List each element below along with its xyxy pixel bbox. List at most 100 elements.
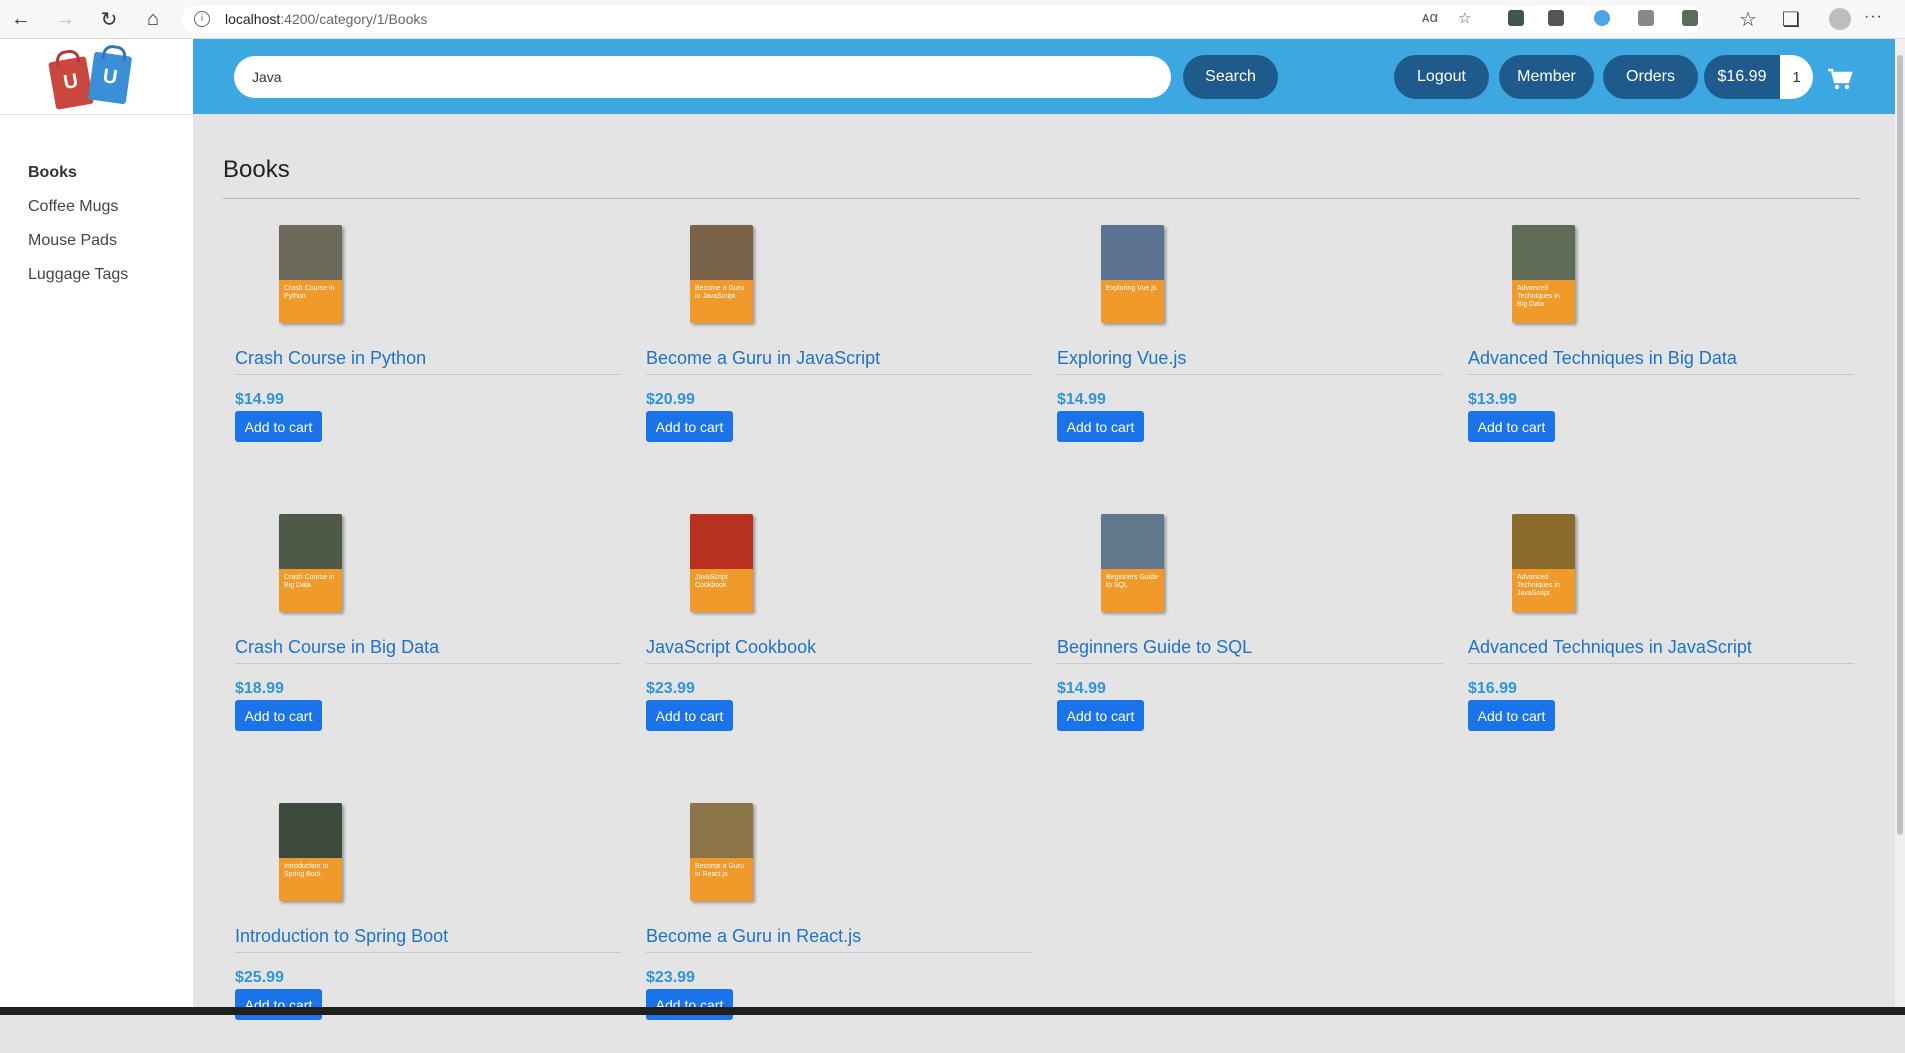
- book-cover-image[interactable]: Advanced Techniques in JavaScript: [1512, 514, 1575, 612]
- s-extension-icon[interactable]: [1548, 10, 1564, 26]
- cover-photo: [279, 803, 342, 858]
- os-taskbar: [0, 1007, 1905, 1015]
- collections-icon[interactable]: ❏: [1778, 7, 1804, 31]
- add-to-cart-button[interactable]: Add to cart: [1468, 700, 1555, 731]
- product-title-link[interactable]: Beginners Guide to SQL: [1057, 637, 1252, 658]
- category-list: Books Coffee Mugs Mouse Pads Luggage Tags: [28, 156, 128, 292]
- product-title-link[interactable]: Advanced Techniques in Big Data: [1468, 348, 1737, 369]
- shopping-bag-red-icon: U: [48, 48, 94, 110]
- profile-avatar-icon[interactable]: [1829, 8, 1851, 30]
- book-cover-image[interactable]: Become a Guru in React.js: [690, 803, 753, 901]
- product-title-link[interactable]: JavaScript Cookbook: [646, 637, 816, 658]
- product-divider: [1057, 374, 1443, 375]
- product-divider: [646, 952, 1032, 953]
- book-cover-image[interactable]: Introduction to Spring Boot: [279, 803, 342, 901]
- add-to-cart-button[interactable]: Add to cart: [1057, 411, 1144, 442]
- image-extension-icon[interactable]: [1638, 10, 1654, 26]
- product-card: Become a Guru in JavaScript Become a Guru…: [646, 225, 1032, 475]
- logout-button[interactable]: Logout: [1394, 55, 1489, 99]
- product-title-link[interactable]: Exploring Vue.js: [1057, 348, 1186, 369]
- logo[interactable]: U U: [0, 39, 193, 115]
- add-to-cart-button[interactable]: Add to cart: [235, 411, 322, 442]
- title-divider: [223, 198, 1861, 199]
- reload-icon[interactable]: ↻: [96, 7, 122, 31]
- product-card: Exploring Vue.js Exploring Vue.js $14.99 Ad…: [1057, 225, 1443, 475]
- product-title-link[interactable]: Crash Course in Python: [235, 348, 426, 369]
- add-to-cart-button[interactable]: Add to cart: [646, 989, 733, 1020]
- shopping-cart-icon[interactable]: [1827, 67, 1853, 91]
- product-title-link[interactable]: Introduction to Spring Boot: [235, 926, 448, 947]
- book-cover-image[interactable]: Crash Course in Big Data: [279, 514, 342, 612]
- cover-title: Advanced Techniques in Big Data: [1517, 285, 1560, 308]
- product-title-link[interactable]: Become a Guru in React.js: [646, 926, 861, 947]
- shield-check-extension-icon[interactable]: [1682, 10, 1698, 26]
- book-cover-image[interactable]: Beginners Guide to SQL: [1101, 514, 1164, 612]
- add-to-cart-button[interactable]: Add to cart: [646, 411, 733, 442]
- cover-title: Advanced Techniques in JavaScript: [1517, 574, 1560, 597]
- cover-title: Crash Course in Python: [284, 285, 335, 300]
- cover-photo: [1101, 225, 1164, 280]
- sidebar-category-item[interactable]: Books: [28, 156, 128, 190]
- product-price: $13.99: [1468, 391, 1517, 408]
- cover-photo: [1512, 225, 1575, 280]
- cover-title: Become a Guru in React.js: [695, 863, 745, 878]
- add-to-cart-button[interactable]: Add to cart: [235, 700, 322, 731]
- cover-title: Introduction to Spring Boot: [284, 863, 329, 878]
- search-extension-icon[interactable]: [1594, 10, 1610, 26]
- read-aloud-icon[interactable]: ᴀα: [1422, 9, 1438, 26]
- page-title: Books: [223, 156, 290, 183]
- product-divider: [235, 374, 621, 375]
- url-text[interactable]: localhost:4200/category/1/Books: [225, 11, 427, 27]
- sidebar-category-item[interactable]: Mouse Pads: [28, 224, 128, 258]
- cover-photo: [279, 514, 342, 569]
- product-divider: [1057, 663, 1443, 664]
- cart-status[interactable]: $16.99 1: [1704, 55, 1813, 99]
- product-price: $25.99: [235, 969, 284, 986]
- product-divider: [1468, 374, 1854, 375]
- search-input[interactable]: [234, 56, 1171, 98]
- shield-extension-icon[interactable]: [1508, 10, 1524, 26]
- book-cover-image[interactable]: Crash Course in Python: [279, 225, 342, 323]
- product-price: $16.99: [1468, 680, 1517, 697]
- product-card: Advanced Techniques in Big Data Advanced …: [1468, 225, 1854, 475]
- product-title-link[interactable]: Become a Guru in JavaScript: [646, 348, 880, 369]
- add-to-cart-button[interactable]: Add to cart: [1057, 700, 1144, 731]
- book-cover-image[interactable]: JavaScript Cookbook: [690, 514, 753, 612]
- scrollbar-thumb[interactable]: [1897, 55, 1903, 835]
- shopping-bag-blue-icon: U: [87, 43, 133, 105]
- add-to-cart-button[interactable]: Add to cart: [235, 989, 322, 1020]
- sidebar-category-item[interactable]: Luggage Tags: [28, 258, 128, 292]
- book-cover-image[interactable]: Advanced Techniques in Big Data: [1512, 225, 1575, 323]
- cover-title: Beginners Guide to SQL: [1106, 574, 1159, 589]
- book-cover-image[interactable]: Exploring Vue.js: [1101, 225, 1164, 323]
- product-list-area: Books Crash Course in Python Crash Course…: [193, 114, 1895, 1020]
- back-icon[interactable]: ←: [8, 7, 34, 31]
- site-info-icon[interactable]: i: [194, 11, 210, 27]
- favorites-icon[interactable]: ☆: [1735, 7, 1761, 31]
- forward-icon[interactable]: →: [52, 7, 78, 31]
- cover-photo: [1512, 514, 1575, 569]
- member-button[interactable]: Member: [1499, 55, 1594, 99]
- address-bar[interactable]: i localhost:4200/category/1/Books ᴀα ☆: [182, 5, 1702, 33]
- favorite-add-icon[interactable]: ☆: [1458, 9, 1471, 27]
- add-to-cart-button[interactable]: Add to cart: [1468, 411, 1555, 442]
- add-to-cart-button[interactable]: Add to cart: [646, 700, 733, 731]
- product-title-link[interactable]: Advanced Techniques in JavaScript: [1468, 637, 1752, 658]
- product-price: $23.99: [646, 969, 695, 986]
- book-cover-image[interactable]: Become a Guru in JavaScript: [690, 225, 753, 323]
- product-title-link[interactable]: Crash Course in Big Data: [235, 637, 439, 658]
- more-icon[interactable]: ···: [1864, 8, 1883, 26]
- cover-photo: [690, 514, 753, 569]
- browser-toolbar: ← → ↻ ⌂ i localhost:4200/category/1/Book…: [0, 0, 1905, 39]
- orders-button[interactable]: Orders: [1603, 55, 1698, 99]
- header-bar: Search Logout Member Orders $16.99 1: [193, 39, 1895, 114]
- page-scrollbar[interactable]: [1895, 39, 1905, 1007]
- home-icon[interactable]: ⌂: [140, 7, 166, 31]
- cover-photo: [1101, 514, 1164, 569]
- product-card: Crash Course in Python Crash Course in Py…: [235, 225, 621, 475]
- sidebar-category-item[interactable]: Coffee Mugs: [28, 190, 128, 224]
- product-divider: [646, 663, 1032, 664]
- cover-title: Exploring Vue.js: [1106, 285, 1157, 292]
- product-price: $20.99: [646, 391, 695, 408]
- search-button[interactable]: Search: [1183, 55, 1278, 99]
